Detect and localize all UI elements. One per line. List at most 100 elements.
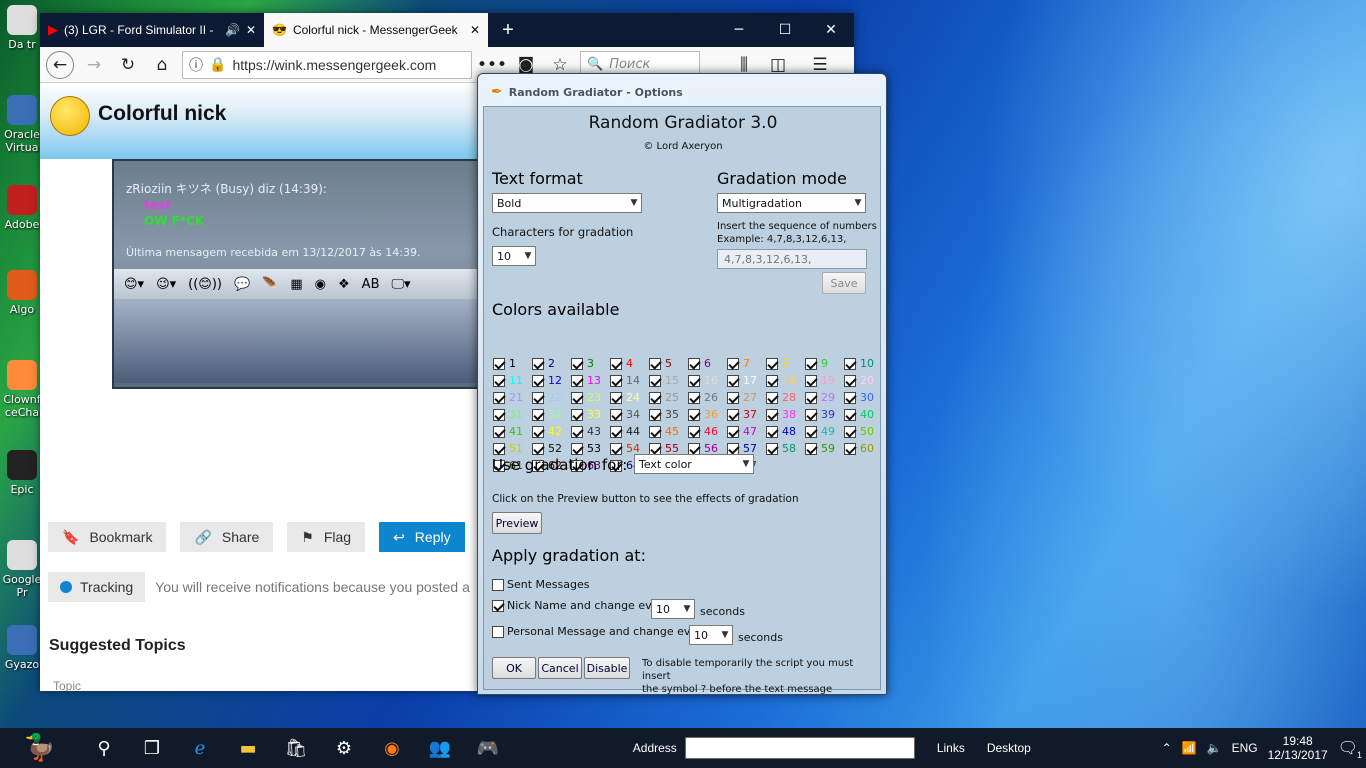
ok-button[interactable]: OK bbox=[492, 657, 536, 679]
desktop-icon[interactable]: Epic bbox=[0, 450, 44, 496]
color-checkbox[interactable] bbox=[493, 442, 505, 455]
desktop-icon[interactable]: Da tr bbox=[0, 5, 44, 51]
desktop-icon[interactable]: Algo bbox=[0, 270, 44, 316]
color-checkbox[interactable] bbox=[649, 391, 661, 404]
color-checkbox[interactable] bbox=[805, 425, 817, 438]
steam-icon[interactable]: ⚙ bbox=[320, 728, 368, 768]
flag-button[interactable]: ⚑ Flag bbox=[287, 522, 366, 552]
color-checkbox[interactable] bbox=[649, 442, 661, 455]
text-format-select[interactable]: Bold ▼ bbox=[492, 193, 642, 213]
nickname-interval-select[interactable]: 10 ▼ bbox=[651, 599, 695, 619]
preview-button[interactable]: Preview bbox=[492, 512, 542, 534]
wink-icon[interactable]: 😉▾ bbox=[156, 277, 176, 292]
personal-interval-select[interactable]: 10 ▼ bbox=[689, 625, 733, 645]
color-checkbox[interactable] bbox=[610, 425, 622, 438]
color-checkbox[interactable] bbox=[766, 374, 778, 387]
desktop-icon[interactable]: Adobe bbox=[0, 185, 44, 231]
color-checkbox[interactable] bbox=[805, 442, 817, 455]
desktop-icon[interactable]: Clownf ceCha bbox=[0, 360, 44, 419]
color-checkbox[interactable] bbox=[610, 408, 622, 421]
tracking-button[interactable]: Tracking bbox=[48, 572, 146, 602]
color-checkbox[interactable] bbox=[727, 374, 739, 387]
save-button[interactable]: Save bbox=[822, 272, 866, 294]
color-checkbox[interactable] bbox=[493, 408, 505, 421]
color-checkbox[interactable] bbox=[805, 391, 817, 404]
cancel-button[interactable]: Cancel bbox=[538, 657, 582, 679]
language-indicator[interactable]: ENG bbox=[1232, 741, 1258, 755]
emoticon-icon[interactable]: 😊▾ bbox=[124, 277, 144, 292]
forward-icon[interactable]: → bbox=[80, 51, 108, 79]
sound-icon[interactable]: ◉ bbox=[315, 277, 326, 292]
color-checkbox[interactable] bbox=[844, 408, 856, 421]
text-style-icon[interactable]: AB bbox=[362, 277, 380, 292]
desktop-icon[interactable]: Gyazo bbox=[0, 625, 44, 671]
gradiator-icon[interactable]: 🪶 bbox=[262, 277, 278, 292]
tab-colorful-nick[interactable]: 😎 Colorful nick - MessengerGeek ✕ bbox=[264, 13, 488, 47]
color-checkbox[interactable] bbox=[766, 408, 778, 421]
color-checkbox[interactable] bbox=[766, 357, 778, 370]
store-icon[interactable]: 🛍 bbox=[272, 728, 320, 768]
color-checkbox[interactable] bbox=[571, 425, 583, 438]
color-checkbox[interactable] bbox=[571, 408, 583, 421]
reload-icon[interactable]: ↻ bbox=[114, 51, 142, 79]
color-checkbox[interactable] bbox=[766, 442, 778, 455]
color-checkbox[interactable] bbox=[844, 391, 856, 404]
color-checkbox[interactable] bbox=[844, 374, 856, 387]
color-checkbox[interactable] bbox=[571, 357, 583, 370]
color-checkbox[interactable] bbox=[805, 374, 817, 387]
audio-icon[interactable]: 🔊 bbox=[225, 23, 240, 37]
reply-button[interactable]: ↩ Reply bbox=[379, 522, 465, 552]
chars-select[interactable]: 10 ▼ bbox=[492, 246, 536, 266]
sent-messages-checkbox[interactable] bbox=[492, 578, 504, 591]
color-checkbox[interactable] bbox=[649, 408, 661, 421]
info-icon[interactable]: ⓘ bbox=[189, 55, 203, 75]
search-icon[interactable]: ⚲ bbox=[80, 728, 128, 768]
color-checkbox[interactable] bbox=[610, 442, 622, 455]
desktop-icon[interactable]: Google Pr bbox=[0, 540, 44, 599]
tab-youtube[interactable]: ▶ (3) LGR - Ford Simulator II - 🔊 ✕ bbox=[40, 13, 264, 47]
color-checkbox[interactable] bbox=[727, 425, 739, 438]
screen-icon[interactable]: 🖵▾ bbox=[391, 277, 410, 292]
color-checkbox[interactable] bbox=[844, 442, 856, 455]
color-checkbox[interactable] bbox=[805, 408, 817, 421]
wifi-icon[interactable]: 📶 bbox=[1182, 741, 1197, 755]
back-icon[interactable]: ← bbox=[46, 50, 74, 79]
color-checkbox[interactable] bbox=[844, 425, 856, 438]
color-checkbox[interactable] bbox=[727, 357, 739, 370]
color-checkbox[interactable] bbox=[610, 357, 622, 370]
minimize-icon[interactable]: ─ bbox=[716, 13, 762, 47]
color-checkbox[interactable] bbox=[532, 425, 544, 438]
nudge-icon[interactable]: ((😊)) bbox=[188, 277, 222, 292]
address-input[interactable] bbox=[684, 737, 915, 759]
dialog-titlebar[interactable]: ✒ Random Gradiator - Options bbox=[483, 79, 881, 105]
color-checkbox[interactable] bbox=[688, 374, 700, 387]
color-checkbox[interactable] bbox=[610, 391, 622, 404]
color-checkbox[interactable] bbox=[532, 408, 544, 421]
start-duck-icon[interactable]: 🦆 bbox=[0, 728, 80, 768]
voice-icon[interactable]: 💬 bbox=[234, 277, 250, 292]
desktop-label[interactable]: Desktop bbox=[987, 741, 1031, 755]
close-window-icon[interactable]: ✕ bbox=[808, 13, 854, 47]
new-tab-button[interactable]: + bbox=[488, 13, 528, 47]
color-checkbox[interactable] bbox=[727, 408, 739, 421]
notification-icon[interactable]: 🗨 1 bbox=[1338, 738, 1362, 760]
color-checkbox[interactable] bbox=[688, 425, 700, 438]
color-checkbox[interactable] bbox=[571, 391, 583, 404]
color-checkbox[interactable] bbox=[493, 357, 505, 370]
disable-button[interactable]: Disable bbox=[584, 657, 630, 679]
color-checkbox[interactable] bbox=[805, 357, 817, 370]
plugin-icon[interactable]: ❖ bbox=[338, 277, 350, 292]
color-checkbox[interactable] bbox=[493, 374, 505, 387]
sequence-input[interactable]: 4,7,8,3,12,6,13, bbox=[717, 249, 867, 269]
use-gradation-select[interactable]: Text color ▼ bbox=[634, 454, 754, 474]
color-checkbox[interactable] bbox=[727, 391, 739, 404]
color-checkbox[interactable] bbox=[649, 374, 661, 387]
edge-icon[interactable]: ℯ bbox=[176, 728, 224, 768]
close-tab-icon[interactable]: ✕ bbox=[246, 23, 256, 37]
color-checkbox[interactable] bbox=[532, 374, 544, 387]
links-label[interactable]: Links bbox=[937, 741, 965, 755]
file-explorer-icon[interactable]: ▬ bbox=[224, 728, 272, 768]
color-checkbox[interactable] bbox=[727, 442, 739, 455]
color-checkbox[interactable] bbox=[532, 442, 544, 455]
color-checkbox[interactable] bbox=[649, 357, 661, 370]
